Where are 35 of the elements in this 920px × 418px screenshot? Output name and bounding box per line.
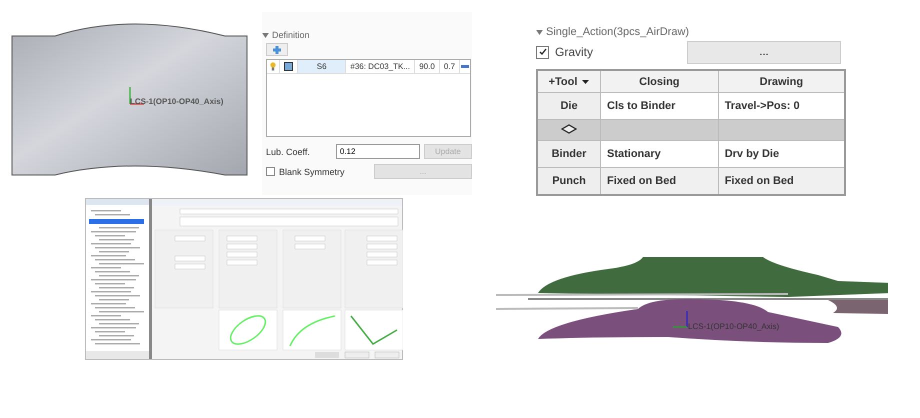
- more-button[interactable]: ...: [687, 40, 842, 64]
- axis-label: LCS-1(OP10-OP40_Axis): [688, 322, 780, 331]
- section-title: Single_Action(3pcs_AirDraw): [546, 26, 690, 38]
- column-header: Closing: [600, 70, 718, 92]
- table-cell: #36: DC03_TK...: [346, 60, 416, 73]
- table-cell: Stationary: [600, 140, 718, 168]
- axis-label: LCS-1(OP10-OP40_Axis): [130, 97, 224, 106]
- add-button[interactable]: [266, 43, 288, 56]
- lightbulb-icon[interactable]: [270, 62, 276, 71]
- collapse-triangle-icon[interactable]: [536, 30, 543, 34]
- row-header[interactable]: Die: [537, 92, 600, 120]
- plus-icon: [272, 44, 282, 54]
- checkbox[interactable]: [536, 46, 549, 58]
- table-cell: S6: [298, 60, 346, 73]
- table-cell: Drv by Die: [718, 140, 845, 168]
- column-header: Drawing: [718, 70, 845, 92]
- tool-dropdown[interactable]: +Tool: [537, 70, 600, 92]
- remove-icon[interactable]: [461, 65, 470, 68]
- caret-icon: [582, 80, 590, 84]
- checkbox-label: Gravity: [555, 45, 594, 59]
- table-cell: Travel->Pos: 0: [718, 92, 845, 120]
- table-cell: Fixed on Bed: [600, 168, 718, 195]
- blank-sheet-icon: [561, 124, 577, 134]
- table-cell: Cls to Binder: [600, 92, 718, 120]
- collapse-triangle-icon[interactable]: [262, 32, 269, 38]
- color-swatch-icon[interactable]: [284, 62, 293, 71]
- row-header[interactable]: Punch: [537, 168, 600, 195]
- row-header[interactable]: Binder: [537, 140, 600, 168]
- table-cell: 90.0: [415, 60, 440, 73]
- table-cell: Fixed on Bed: [718, 168, 845, 195]
- table-cell: 0.7: [440, 60, 460, 73]
- section-title: Definition: [272, 30, 310, 40]
- field-label: Lub. Coeff.: [266, 146, 311, 156]
- checkbox-label: Blank Symmetry: [279, 166, 345, 176]
- checkmark-icon: [538, 48, 546, 56]
